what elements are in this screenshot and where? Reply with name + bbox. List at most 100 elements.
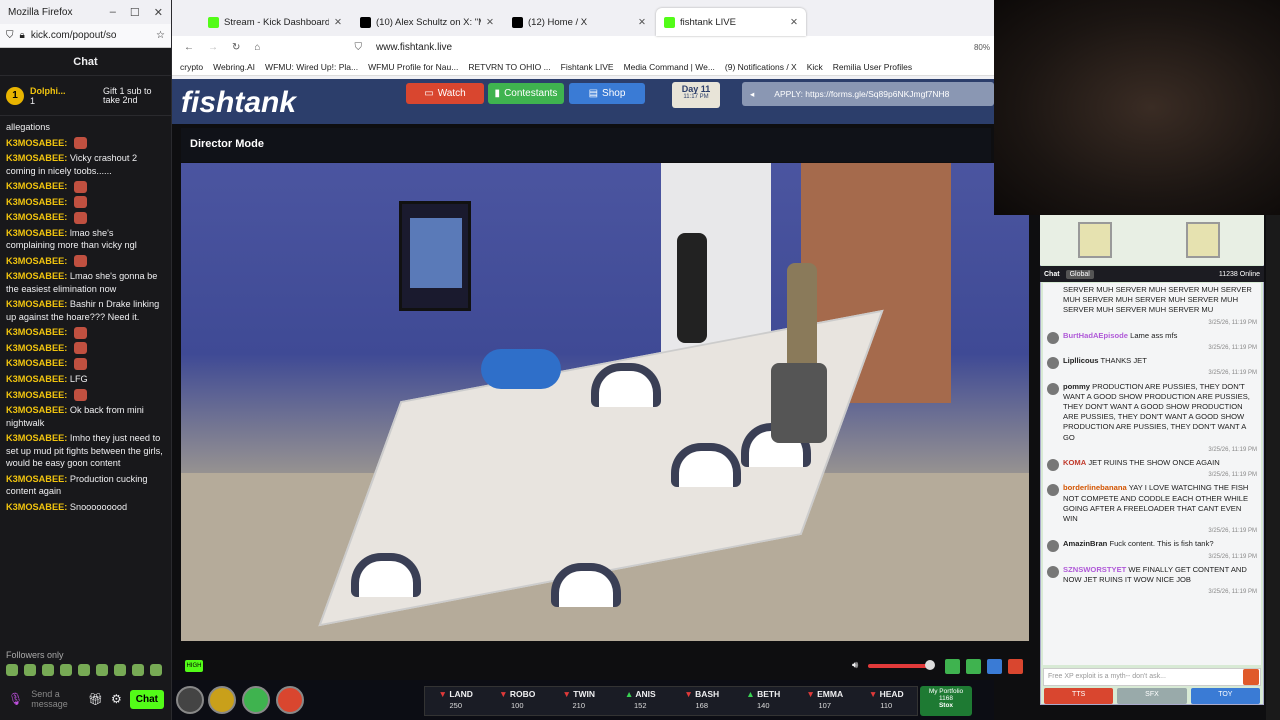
live-video-feed[interactable]	[181, 163, 1029, 641]
chat-username[interactable]: K3MOSABEE:	[6, 327, 67, 337]
minimize-icon[interactable]: –	[110, 6, 116, 19]
stock-robo[interactable]: ▼ ROBO 100	[487, 687, 549, 715]
emote[interactable]	[78, 664, 90, 676]
toy-button[interactable]: TOY	[1190, 688, 1260, 704]
chat-username[interactable]: AmazinBran	[1063, 539, 1107, 548]
bookmark-item[interactable]: Kick	[807, 62, 823, 72]
settings-icon[interactable]: ⚙	[111, 692, 122, 706]
mic-icon[interactable]: 🎙︎	[8, 692, 23, 706]
chat-username[interactable]: K3MOSABEE:	[6, 212, 67, 222]
stock-bash[interactable]: ▼ BASH 168	[671, 687, 733, 715]
chat-username[interactable]: K3MOSABEE:	[6, 197, 67, 207]
chat-username[interactable]: K3MOSABEE:	[6, 343, 67, 353]
arrow-left-icon[interactable]: ◂	[750, 89, 754, 100]
poll-icon[interactable]	[276, 686, 304, 714]
sticker-tile[interactable]	[1078, 222, 1112, 258]
contestants-icon[interactable]	[242, 686, 270, 714]
tts-button[interactable]: TTS	[1044, 688, 1114, 704]
volume-icon[interactable]: 🔊︎	[852, 660, 858, 671]
chat-username[interactable]: borderlinebanana	[1063, 483, 1127, 492]
close-icon[interactable]: ✕	[154, 6, 163, 19]
close-tab-icon[interactable]: ✕	[334, 17, 342, 28]
chat-username[interactable]: K3MOSABEE:	[6, 181, 67, 191]
shield-icon[interactable]: ⛉	[354, 42, 362, 53]
stock-anis[interactable]: ▲ ANIS 152	[610, 687, 672, 715]
bookmark-item[interactable]: Remilia User Profiles	[833, 62, 912, 72]
emote-row[interactable]	[6, 664, 162, 676]
chat-username[interactable]: K3MOSABEE:	[6, 138, 67, 148]
avatar[interactable]	[1047, 331, 1059, 344]
chat-username[interactable]: K3MOSABEE:	[6, 153, 67, 163]
emote[interactable]	[6, 664, 18, 676]
chat-username[interactable]: K3MOSABEE:	[6, 256, 67, 266]
pinned-leader[interactable]: 1 Dolphi... 1 Gift 1 sub to take 2nd	[0, 76, 171, 116]
home-icon[interactable]: ⌂	[254, 42, 260, 53]
emote[interactable]	[114, 664, 126, 676]
browser-tab[interactable]: fishtank LIVE ✕	[656, 8, 806, 36]
chat-username[interactable]: Lipllicous	[1063, 356, 1098, 365]
chat-username[interactable]: K3MOSABEE:	[6, 228, 67, 238]
close-tab-icon[interactable]: ✕	[790, 17, 798, 28]
gift-icon[interactable]: 🎁︎	[88, 692, 103, 706]
bookmark-item[interactable]: WFMU: Wired Up!: Pla...	[265, 62, 358, 72]
watch-button[interactable]: ▭ Watch	[406, 83, 484, 104]
bookmark-item[interactable]: crypto	[180, 62, 203, 72]
forward-icon[interactable]: →	[208, 42, 218, 53]
bookmark-item[interactable]: Fishtank LIVE	[561, 62, 614, 72]
star-icon[interactable]: ☆	[156, 30, 165, 41]
close-tab-icon[interactable]: ✕	[638, 17, 646, 28]
fishtank-logo[interactable]: fishtank	[181, 86, 296, 120]
avatar[interactable]	[1047, 565, 1059, 578]
chat-username[interactable]: K3MOSABEE:	[6, 405, 67, 415]
emote[interactable]	[132, 664, 144, 676]
avatar[interactable]	[1047, 484, 1059, 497]
browser-tab[interactable]: (10) Alex Schultz on X: "My New ✕	[352, 8, 502, 36]
bookmark-item[interactable]: Media Command | We...	[624, 62, 715, 72]
clip-icon[interactable]	[945, 659, 960, 674]
chat-username[interactable]: BurtHadAEpisode	[1063, 331, 1128, 340]
reload-icon[interactable]: ↻	[232, 42, 240, 53]
chat-username[interactable]: K3MOSABEE:	[6, 502, 67, 512]
contestants-button[interactable]: ▮ Contestants	[488, 83, 564, 104]
volume-slider[interactable]	[868, 664, 928, 668]
popout-url[interactable]: kick.com/popout/so	[31, 30, 117, 41]
emote[interactable]	[24, 664, 36, 676]
volume-handle[interactable]	[925, 660, 935, 670]
chat-username[interactable]: K3MOSABEE:	[6, 358, 67, 368]
close-tab-icon[interactable]: ✕	[486, 17, 494, 28]
avatar[interactable]	[1047, 459, 1059, 472]
back-icon[interactable]: ←	[184, 42, 194, 53]
bookmark-item[interactable]: (9) Notifications / X	[725, 62, 797, 72]
stock-land[interactable]: ▼ LAND 250	[425, 687, 487, 715]
stock-beth[interactable]: ▲ BETH 140	[733, 687, 795, 715]
bookmark-item[interactable]: RETVRN TO OHIO ...	[468, 62, 550, 72]
chat-username[interactable]: pommy	[1063, 382, 1090, 391]
record-icon[interactable]	[1008, 659, 1023, 674]
avatar[interactable]	[1047, 540, 1059, 553]
shop-button[interactable]: ▤ Shop	[569, 83, 645, 104]
emote[interactable]	[42, 664, 54, 676]
emote[interactable]	[60, 664, 72, 676]
gift-sub-text[interactable]: Gift 1 sub to take 2nd	[103, 86, 165, 105]
chat-username[interactable]: KOMA	[1063, 458, 1086, 467]
stock-head[interactable]: ▼ HEAD 110	[856, 687, 918, 715]
chat-username[interactable]: K3MOSABEE:	[6, 271, 67, 281]
zoom-level[interactable]: 80%	[974, 43, 990, 52]
chat-username[interactable]: K3MOSABEE:	[6, 474, 67, 484]
emote[interactable]	[96, 664, 108, 676]
send-icon[interactable]	[1243, 669, 1259, 685]
browser-tab[interactable]: Stream - Kick Dashboard ✕	[200, 8, 350, 36]
chat-username[interactable]: K3MOSABEE:	[6, 433, 67, 443]
avatar[interactable]	[1047, 357, 1059, 370]
camera-icon[interactable]	[966, 659, 981, 674]
portfolio-widget[interactable]: My Portfolio 1168 Stox	[920, 686, 972, 716]
stock-emma[interactable]: ▼ EMMA 107	[794, 687, 856, 715]
chat-send-button[interactable]: Chat	[129, 689, 164, 709]
maximize-icon[interactable]: ☐	[130, 6, 140, 19]
scrollbar[interactable]	[1266, 215, 1280, 720]
settings-gear-icon[interactable]	[176, 686, 204, 714]
chat-username[interactable]: SZNSWORSTYET	[1063, 565, 1126, 574]
fullscreen-icon[interactable]	[987, 659, 1002, 674]
chat-username[interactable]: K3MOSABEE:	[6, 299, 67, 309]
quality-badge[interactable]: HIGH	[185, 660, 203, 672]
